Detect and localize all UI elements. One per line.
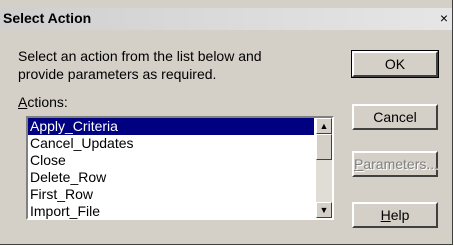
actions-label-rest: ctions: — [27, 94, 68, 110]
help-label-rest: elp — [390, 207, 410, 223]
list-item[interactable]: First_Row — [28, 186, 314, 203]
parameters-button[interactable]: Parameters... — [352, 151, 438, 177]
cancel-button[interactable]: Cancel — [352, 104, 438, 130]
list-item[interactable]: Close — [28, 152, 314, 169]
actions-listbox[interactable]: Apply_Criteria Cancel_Updates Close Dele… — [26, 116, 334, 220]
scroll-down-icon[interactable]: ▼ — [316, 202, 332, 218]
actions-label: Actions: — [18, 94, 68, 110]
scroll-up-icon[interactable]: ▲ — [316, 118, 332, 134]
listbox-scrollbar[interactable]: ▲ ▼ — [316, 118, 332, 218]
instructions-text: Select an action from the list below and… — [18, 47, 318, 83]
title-bar: Select Action × — [0, 8, 452, 30]
scroll-thumb[interactable] — [316, 134, 332, 160]
parameters-label-rest: arameters... — [363, 156, 439, 172]
list-item[interactable]: Cancel_Updates — [28, 135, 314, 152]
list-item[interactable]: Import_File — [28, 203, 314, 220]
instructions-line-1: Select an action from the list below and — [18, 48, 262, 64]
list-item[interactable]: Delete_Row — [28, 169, 314, 186]
select-action-dialog: Select Action × Select an action from th… — [0, 0, 453, 245]
dialog-title: Select Action — [3, 10, 92, 26]
actions-label-mnemonic: A — [18, 94, 28, 110]
close-icon[interactable]: × — [436, 9, 452, 27]
instructions-line-2: provide parameters as required. — [18, 66, 217, 82]
actions-list: Apply_Criteria Cancel_Updates Close Dele… — [28, 118, 314, 220]
list-item[interactable]: Apply_Criteria — [28, 118, 314, 135]
help-mnemonic: H — [380, 207, 391, 223]
parameters-mnemonic: P — [354, 156, 364, 172]
ok-button[interactable]: OK — [351, 50, 439, 78]
help-button[interactable]: Help — [352, 202, 438, 228]
